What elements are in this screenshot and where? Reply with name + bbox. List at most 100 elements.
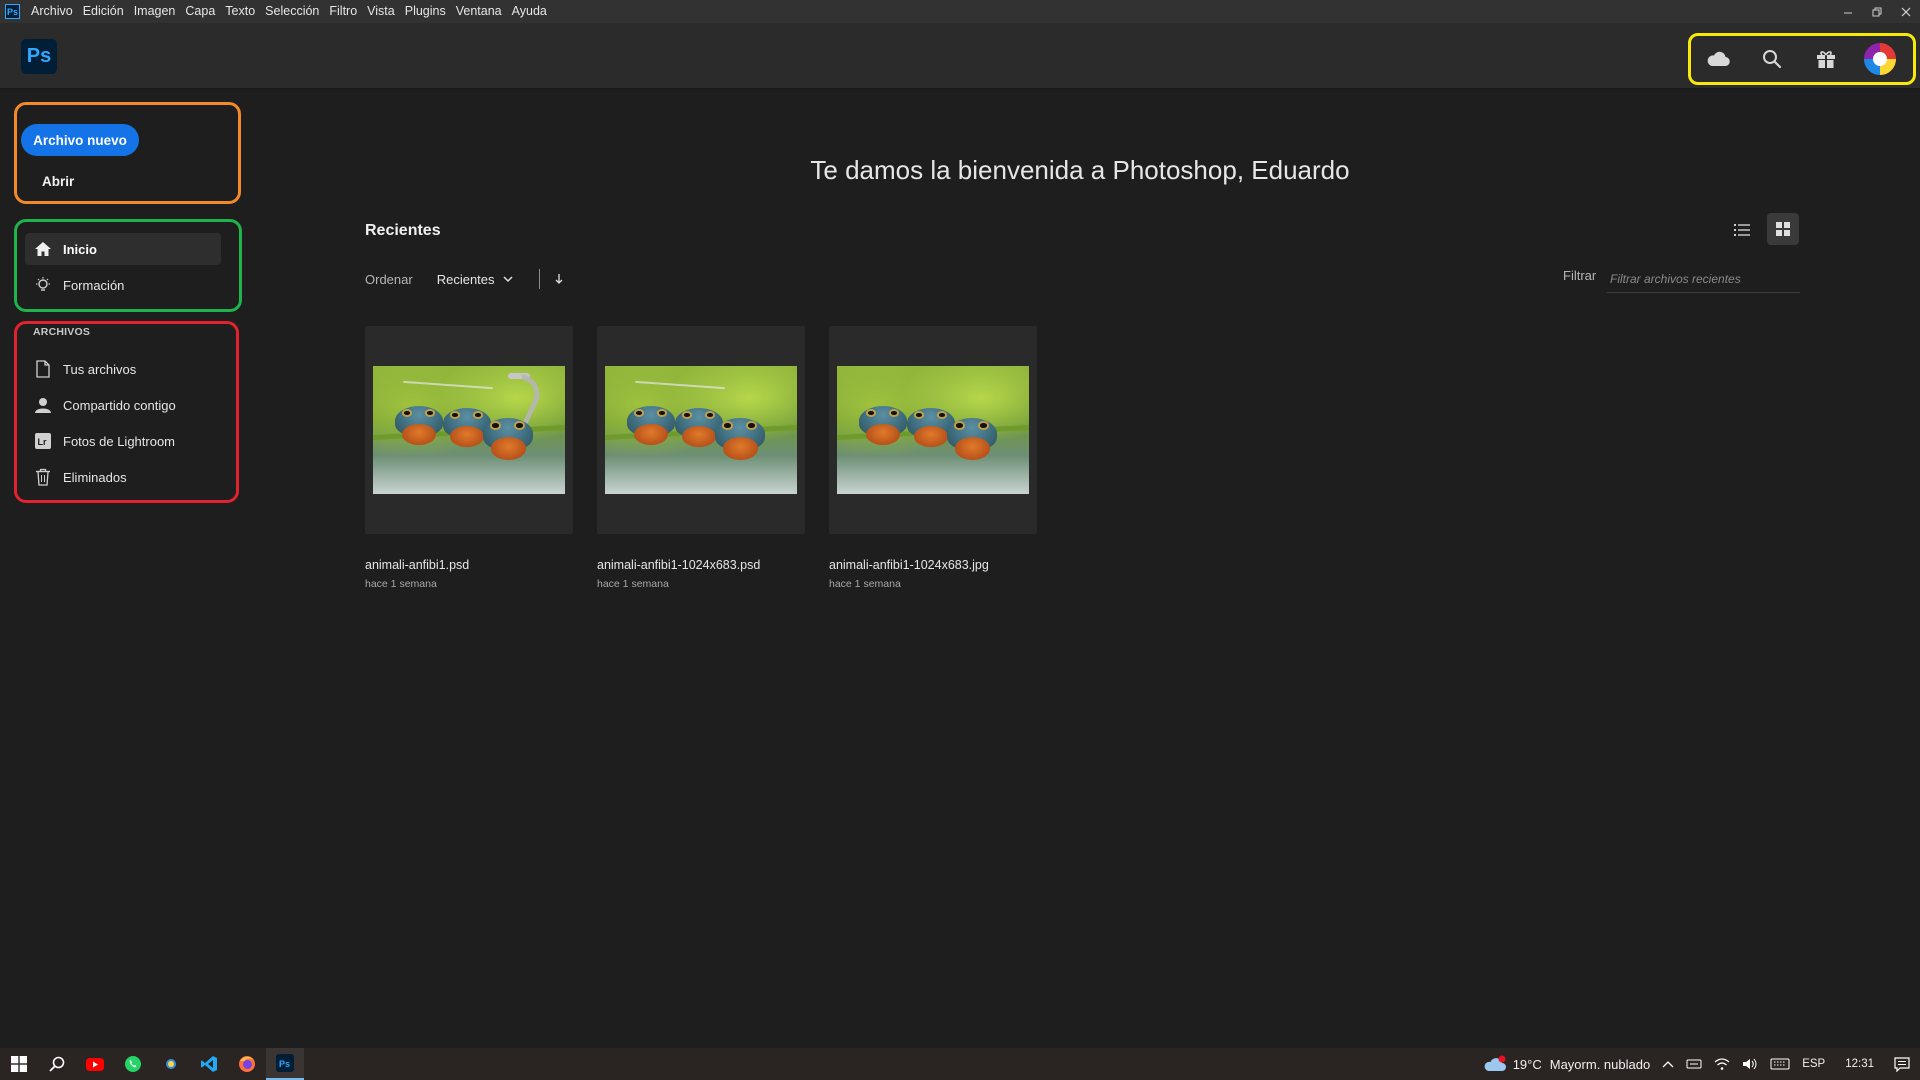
file-thumbnail[interactable] — [365, 326, 573, 534]
sidebar-item-label: Tus archivos — [63, 361, 137, 377]
avatar — [1862, 41, 1898, 77]
sidebar-item-label: Eliminados — [63, 469, 127, 485]
sidebar-item-label: Formación — [63, 277, 125, 293]
menu-edicion[interactable]: Edición — [78, 0, 129, 23]
file-name: animali-anfibi1-1024x683.jpg — [829, 558, 989, 572]
photoshop-logo[interactable]: Ps — [21, 39, 57, 74]
sort-row: Ordenar Recientes — [365, 268, 564, 290]
start-button[interactable] — [0, 1048, 38, 1080]
svg-text:Lr: Lr — [38, 437, 47, 447]
recent-file-card[interactable]: animali-anfibi1-1024x683.jpg hace 1 sema… — [829, 326, 1037, 590]
menu-vista[interactable]: Vista — [362, 0, 400, 23]
photoshop-app[interactable]: Ps — [266, 1048, 304, 1080]
header-tools-highlight — [1688, 33, 1916, 85]
keyboard-status-icon — [1686, 1059, 1702, 1069]
sidebar-item-tus-archivos[interactable]: Tus archivos — [25, 353, 221, 385]
youtube-app[interactable] — [76, 1048, 114, 1080]
menu-seleccion[interactable]: Selección — [260, 0, 324, 23]
menu-ayuda[interactable]: Ayuda — [507, 0, 552, 23]
menu-archivo[interactable]: Archivo — [26, 0, 78, 23]
system-tray: 19°C Mayorm. nublado ESP 12:31 — [1477, 1048, 1920, 1080]
sidebar-item-lightroom[interactable]: Lr Fotos de Lightroom — [25, 425, 221, 457]
cloud-button[interactable] — [1691, 37, 1745, 81]
taskbar-search-button[interactable] — [38, 1048, 76, 1080]
frogs-image — [373, 366, 565, 494]
clock[interactable]: 12:31 — [1845, 1058, 1874, 1070]
notifications-button[interactable] — [1894, 1056, 1910, 1072]
weather-widget[interactable]: 19°C Mayorm. nublado — [1483, 1055, 1651, 1073]
chevron-up-icon — [1662, 1061, 1674, 1068]
cloud-icon — [1707, 51, 1730, 67]
touch-keyboard-button[interactable] — [1770, 1057, 1790, 1071]
gift-button[interactable] — [1799, 37, 1853, 81]
notifications-icon — [1894, 1057, 1910, 1072]
firefox-icon — [239, 1056, 255, 1072]
file-thumbnail[interactable] — [597, 326, 805, 534]
youtube-icon — [86, 1057, 104, 1071]
sort-divider — [538, 269, 540, 289]
whatsapp-app[interactable] — [114, 1048, 152, 1080]
document-icon — [33, 359, 53, 379]
welcome-heading: Te damos la bienvenida a Photoshop, Edua… — [810, 155, 1350, 185]
frogs-image — [837, 366, 1029, 494]
sidebar-item-formacion[interactable]: Formación — [25, 269, 221, 301]
lightbulb-icon — [33, 275, 53, 295]
whatsapp-icon — [125, 1056, 141, 1072]
wifi-icon — [1714, 1058, 1730, 1070]
minimize-icon — [1843, 12, 1852, 13]
list-view-button[interactable] — [1726, 216, 1758, 244]
file-name: animali-anfibi1-1024x683.psd — [597, 558, 761, 572]
close-button[interactable] — [1891, 0, 1920, 23]
tray-overflow-button[interactable] — [1662, 1060, 1674, 1068]
profile-button[interactable] — [1853, 37, 1907, 81]
frogs-image — [605, 366, 797, 494]
filter-label: Filtrar — [1563, 268, 1597, 283]
ime-button[interactable] — [1686, 1057, 1702, 1071]
sidebar-item-inicio[interactable]: Inicio — [25, 233, 221, 265]
menu-bar: Ps Archivo Edición Imagen Capa Texto Sel… — [0, 0, 1920, 23]
minimize-button[interactable] — [1833, 0, 1862, 23]
sort-dropdown[interactable]: Recientes — [437, 272, 513, 287]
file-thumbnail[interactable] — [829, 326, 1037, 534]
svg-text:Ps: Ps — [279, 1059, 290, 1069]
cloud-icon — [1484, 1055, 1506, 1071]
speaker-icon — [1743, 1058, 1757, 1070]
file-date: hace 1 semana — [597, 578, 669, 590]
home-icon — [33, 239, 53, 259]
sidebar: Archivo nuevo Abrir Inicio Formación ARC… — [0, 90, 242, 1048]
firefox-app[interactable] — [228, 1048, 266, 1080]
language-indicator[interactable]: ESP — [1802, 1058, 1825, 1070]
arrow-down-icon — [555, 274, 562, 284]
weather-text: Mayorm. nublado — [1549, 1056, 1651, 1072]
window-controls — [1833, 0, 1920, 23]
recent-file-card[interactable]: animali-anfibi1-1024x683.psd hace 1 sema… — [597, 326, 805, 590]
sidebar-item-eliminados[interactable]: Eliminados — [25, 461, 221, 493]
open-button[interactable]: Abrir — [32, 168, 92, 194]
menu-ventana[interactable]: Ventana — [451, 0, 507, 23]
menu-filtro[interactable]: Filtro — [324, 0, 362, 23]
chevron-down-icon — [502, 275, 513, 282]
network-button[interactable] — [1714, 1057, 1730, 1071]
menu-capa[interactable]: Capa — [180, 0, 220, 23]
sidebar-item-compartido[interactable]: Compartido contigo — [25, 389, 221, 421]
search-button[interactable] — [1745, 37, 1799, 81]
trash-icon — [33, 467, 53, 487]
recent-title: Recientes — [365, 222, 441, 239]
vscode-app[interactable] — [190, 1048, 228, 1080]
windows-icon — [11, 1056, 27, 1072]
weather-temp: 19°C — [1512, 1056, 1542, 1072]
new-file-button[interactable]: Archivo nuevo — [21, 124, 139, 156]
sort-direction-button[interactable] — [554, 273, 564, 285]
files-section-label: ARCHIVOS — [33, 326, 91, 338]
restore-button[interactable] — [1862, 0, 1891, 23]
menu-plugins[interactable]: Plugins — [400, 0, 451, 23]
menu-texto[interactable]: Texto — [220, 0, 260, 23]
filter-input[interactable] — [1607, 265, 1800, 293]
person-icon — [33, 395, 53, 415]
volume-button[interactable] — [1742, 1057, 1758, 1071]
recent-file-card[interactable]: animali-anfibi1.psd hace 1 semana — [365, 326, 573, 590]
weather-app[interactable] — [152, 1048, 190, 1080]
menu-imagen[interactable]: Imagen — [129, 0, 181, 23]
grid-view-button[interactable] — [1767, 213, 1799, 245]
search-icon — [49, 1056, 65, 1072]
